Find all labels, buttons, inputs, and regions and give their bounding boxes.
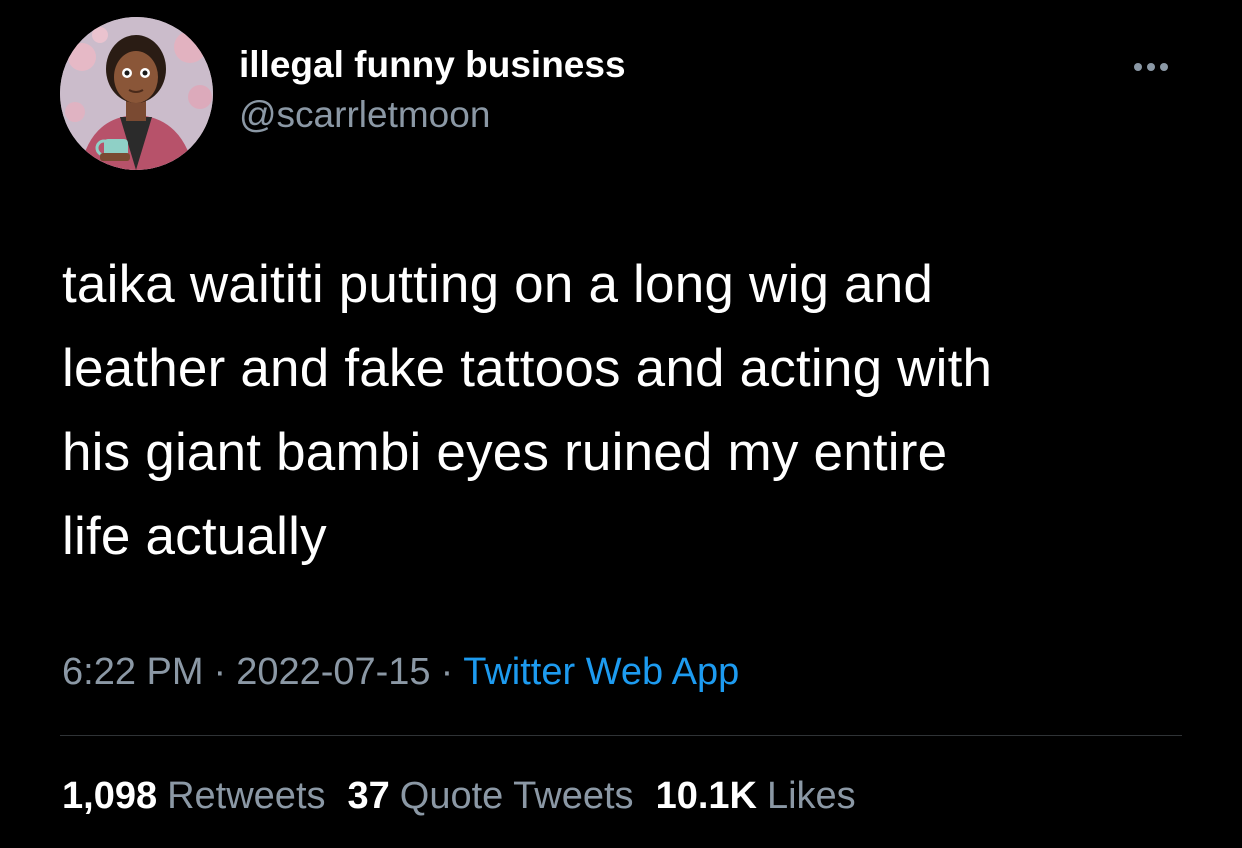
tweet-time[interactable]: 6:22 PM — [62, 651, 204, 693]
likes-label: Likes — [766, 775, 856, 817]
retweets-label: Retweets — [167, 775, 326, 817]
meta-separator: · — [213, 651, 227, 693]
divider — [60, 735, 1182, 736]
more-horizontal-icon — [1134, 63, 1168, 71]
likes-count: 10.1K — [655, 775, 757, 817]
tweet-stats: 1,098 Retweets 37 Quote Tweets 10.1K Likes — [62, 770, 878, 822]
likes-stat[interactable]: 10.1K Likes — [656, 775, 856, 817]
cartoon-avatar-icon — [60, 17, 213, 170]
tweet-text-line: life actually — [62, 507, 327, 566]
retweets-stat[interactable]: 1,098 Retweets — [62, 775, 326, 817]
author-handle[interactable]: @scarrletmoon — [239, 90, 626, 140]
author-names: illegal funny business @scarrletmoon — [239, 40, 626, 140]
quote-tweets-count: 37 — [347, 775, 390, 817]
avatar[interactable] — [60, 17, 213, 170]
tweet-meta: 6:22 PM · 2022-07-15 · Twitter Web App — [62, 646, 739, 698]
retweets-count: 1,098 — [62, 775, 158, 817]
quote-tweets-stat[interactable]: 37 Quote Tweets — [348, 775, 634, 817]
meta-separator: · — [440, 651, 454, 693]
tweet-text-line: his giant bambi eyes ruined my entire — [62, 423, 948, 482]
tweet-text: taika waititi putting on a long wig and … — [62, 243, 1212, 579]
author-display-name[interactable]: illegal funny business — [239, 40, 626, 90]
tweet-card: illegal funny business @scarrletmoon tai… — [0, 0, 1242, 848]
tweet-text-line: taika waititi putting on a long wig and — [62, 255, 934, 314]
tweet-date[interactable]: 2022-07-15 — [236, 651, 430, 693]
more-options-button[interactable] — [1118, 50, 1184, 84]
quote-tweets-label: Quote Tweets — [399, 775, 634, 817]
tweet-text-line: leather and fake tattoos and acting with — [62, 339, 993, 398]
tweet-source-link[interactable]: Twitter Web App — [463, 651, 739, 693]
